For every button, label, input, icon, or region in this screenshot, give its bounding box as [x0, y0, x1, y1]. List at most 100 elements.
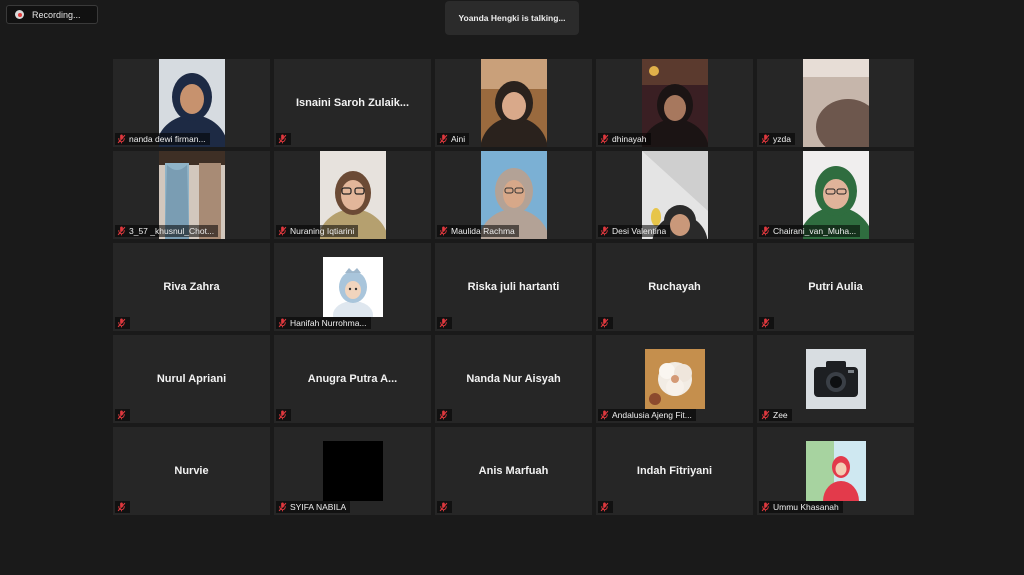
participant-tile[interactable]: Aini: [435, 59, 592, 147]
muted-mic-icon: [278, 318, 287, 328]
participant-nametag: [115, 409, 130, 421]
muted-mic-icon: [278, 502, 287, 512]
muted-mic-icon: [600, 318, 609, 328]
participant-video: [641, 59, 708, 147]
participant-nametag: Zee: [759, 409, 792, 421]
participant-nametag: [759, 317, 774, 329]
muted-mic-icon: [761, 134, 770, 144]
muted-mic-icon: [278, 134, 287, 144]
participant-tile[interactable]: Nurul Apriani: [113, 335, 270, 423]
muted-mic-icon: [600, 226, 609, 236]
participant-name: Nanda Nur Aisyah: [466, 373, 561, 385]
participant-nametag: Chairani_van_Muha...: [759, 225, 861, 237]
participant-nametag: [437, 409, 452, 421]
participant-tile[interactable]: 3_57 _khusnul_Chot...: [113, 151, 270, 239]
participant-avatar: [805, 349, 866, 409]
participant-name: Andalusia Ajeng Fit...: [612, 410, 692, 420]
participant-nametag: Andalusia Ajeng Fit...: [598, 409, 696, 421]
participant-tile[interactable]: Andalusia Ajeng Fit...: [596, 335, 753, 423]
muted-mic-icon: [439, 410, 448, 420]
muted-mic-icon: [439, 134, 448, 144]
participant-name: Maulida Rachma: [451, 226, 515, 236]
participant-video: [802, 59, 869, 147]
participant-tile[interactable]: Anugra Putra A...: [274, 335, 431, 423]
muted-mic-icon: [439, 226, 448, 236]
participant-tile[interactable]: Hanifah Nurrohma...: [274, 243, 431, 331]
muted-mic-icon: [761, 410, 770, 420]
participant-tile[interactable]: Isnaini Saroh Zulaik...: [274, 59, 431, 147]
participant-tile[interactable]: Maulida Rachma: [435, 151, 592, 239]
muted-mic-icon: [117, 410, 126, 420]
muted-mic-icon: [439, 318, 448, 328]
participant-nametag: [598, 317, 613, 329]
recording-dot-icon: [15, 10, 24, 19]
muted-mic-icon: [117, 226, 126, 236]
participant-name: Riska juli hartanti: [467, 281, 560, 293]
muted-mic-icon: [761, 318, 770, 328]
participant-nametag: 3_57 _khusnul_Chot...: [115, 225, 219, 237]
participant-tile[interactable]: Ruchayah: [596, 243, 753, 331]
participant-name: 3_57 _khusnul_Chot...: [129, 226, 215, 236]
participant-nametag: [598, 501, 613, 513]
participant-tile[interactable]: Chairani_van_Muha...: [757, 151, 914, 239]
participant-avatar: [805, 441, 866, 501]
participant-name: Hanifah Nurrohma...: [290, 318, 367, 328]
participant-avatar: [644, 349, 705, 409]
participant-nametag: [115, 317, 130, 329]
recording-indicator[interactable]: Recording...: [6, 5, 98, 24]
participant-tile[interactable]: Nuraning Iqtiarini: [274, 151, 431, 239]
participant-name: Indah Fitriyani: [636, 465, 713, 477]
participant-tile[interactable]: dhinayah: [596, 59, 753, 147]
participant-nametag: SYIFA NABILA: [276, 501, 351, 513]
participant-nametag: [276, 409, 291, 421]
participant-nametag: Maulida Rachma: [437, 225, 519, 237]
participant-nametag: nanda dewi firman...: [115, 133, 210, 145]
participant-nametag: [276, 133, 291, 145]
muted-mic-icon: [117, 502, 126, 512]
participant-gallery: nanda dewi firman... Isnaini Saroh Zulai…: [113, 59, 914, 515]
participant-tile[interactable]: Nanda Nur Aisyah: [435, 335, 592, 423]
participant-name: Putri Aulia: [808, 281, 863, 293]
muted-mic-icon: [600, 134, 609, 144]
participant-tile[interactable]: Anis Marfuah: [435, 427, 592, 515]
participant-nametag: Desi Valentina: [598, 225, 671, 237]
muted-mic-icon: [278, 226, 287, 236]
participant-name: nanda dewi firman...: [129, 134, 206, 144]
participant-nametag: yzda: [759, 133, 795, 145]
participant-tile[interactable]: SYIFA NABILA: [274, 427, 431, 515]
participant-name: SYIFA NABILA: [290, 502, 347, 512]
muted-mic-icon: [117, 318, 126, 328]
participant-name: Anis Marfuah: [478, 465, 549, 477]
participant-video: [480, 59, 547, 147]
participant-name: Nuraning Iqtiarini: [290, 226, 355, 236]
muted-mic-icon: [278, 410, 287, 420]
participant-nametag: dhinayah: [598, 133, 651, 145]
participant-tile[interactable]: Riska juli hartanti: [435, 243, 592, 331]
muted-mic-icon: [117, 134, 126, 144]
participant-name: Ruchayah: [648, 281, 701, 293]
participant-name: Ummu Khasanah: [773, 502, 839, 512]
participant-tile[interactable]: Desi Valentina: [596, 151, 753, 239]
participant-tile[interactable]: Ummu Khasanah: [757, 427, 914, 515]
participant-nametag: Nuraning Iqtiarini: [276, 225, 359, 237]
participant-tile[interactable]: Riva Zahra: [113, 243, 270, 331]
participant-nametag: Aini: [437, 133, 470, 145]
participant-tile[interactable]: nanda dewi firman...: [113, 59, 270, 147]
participant-name: Aini: [451, 134, 466, 144]
participant-tile[interactable]: Nurvie: [113, 427, 270, 515]
participant-tile[interactable]: yzda: [757, 59, 914, 147]
participant-tile[interactable]: Zee: [757, 335, 914, 423]
participant-name: Nurvie: [174, 465, 209, 477]
participant-name: Nurul Apriani: [156, 373, 227, 385]
muted-mic-icon: [439, 502, 448, 512]
muted-mic-icon: [761, 502, 770, 512]
participant-nametag: Ummu Khasanah: [759, 501, 843, 513]
participant-name: Anugra Putra A...: [307, 373, 398, 385]
active-speaker-banner: Yoanda Hengki is talking...: [445, 1, 579, 35]
muted-mic-icon: [600, 502, 609, 512]
participant-tile[interactable]: Putri Aulia: [757, 243, 914, 331]
participant-name: yzda: [773, 134, 791, 144]
participant-tile[interactable]: Indah Fitriyani: [596, 427, 753, 515]
participant-nametag: [437, 501, 452, 513]
participant-name: Desi Valentina: [612, 226, 667, 236]
